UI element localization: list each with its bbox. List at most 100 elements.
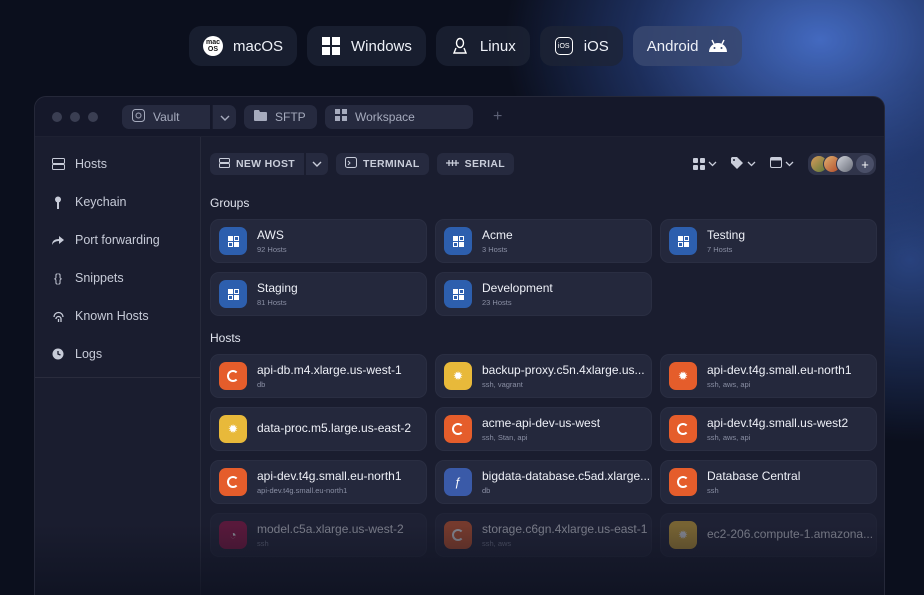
- new-host-dropdown-button[interactable]: [304, 153, 328, 175]
- server-icon: [219, 157, 230, 171]
- group-card[interactable]: Testing 7 Hosts: [660, 219, 877, 263]
- server-icon: [51, 157, 65, 171]
- host-card[interactable]: acme-api-dev-us-west ssh, Stan, api: [435, 407, 652, 451]
- tab-label: SFTP: [275, 109, 306, 124]
- host-name: ec2-206.compute-1.amazona...: [707, 526, 874, 541]
- group-name: Staging: [257, 281, 298, 295]
- minimize-window-button[interactable]: [70, 111, 80, 122]
- host-card[interactable]: ƒ bigdata-database.c5ad.xlarge... db: [435, 460, 652, 504]
- ubuntu-icon: [444, 415, 472, 443]
- ubuntu-icon: ✹: [669, 362, 697, 390]
- host-name: data-proc.m5.large.us-east-2: [257, 420, 412, 435]
- new-tab-button[interactable]: +: [493, 108, 502, 126]
- avatar: [836, 155, 854, 173]
- folder-icon: [254, 109, 267, 124]
- terminal-button[interactable]: TERMINAL: [335, 153, 429, 175]
- os-option-label: Android: [646, 37, 699, 55]
- os-option-android[interactable]: Android: [632, 26, 743, 66]
- host-tags: api-dev.t4g.small.eu-north1: [257, 486, 348, 495]
- host-card[interactable]: api-dev.t4g.small.us-west2 ssh, aws, api: [660, 407, 877, 451]
- key-icon: [51, 195, 65, 209]
- host-card[interactable]: ✹ backup-proxy.c5n.4xlarge.us... ssh, vag…: [435, 354, 652, 398]
- sidebar-item-known-hosts[interactable]: Known Hosts: [35, 297, 200, 335]
- sidebar-item-snippets[interactable]: {} Snippets: [35, 259, 200, 297]
- sort-control[interactable]: [770, 157, 794, 171]
- sidebar-item-label: Known Hosts: [75, 309, 149, 323]
- chevron-down-icon: [312, 158, 322, 170]
- host-tags: ssh, Stan, api: [482, 433, 528, 442]
- maximize-window-button[interactable]: [88, 111, 98, 122]
- host-name: api-dev.t4g.small.eu-north1: [707, 363, 852, 377]
- group-card[interactable]: AWS 92 Hosts: [210, 219, 427, 263]
- tab-workspace[interactable]: Workspace: [325, 104, 473, 129]
- host-name: bigdata-database.c5ad.xlarge...: [482, 469, 651, 483]
- sidebar-item-hosts[interactable]: Hosts: [35, 145, 200, 183]
- group-icon: [444, 227, 472, 255]
- ubuntu-icon: [219, 362, 247, 390]
- ubuntu-icon: [219, 468, 247, 496]
- clock-icon: [51, 347, 65, 361]
- host-card[interactable]: ✹ ec2-206.compute-1.amazona...: [660, 513, 877, 557]
- close-window-button[interactable]: [52, 111, 62, 122]
- fingerprint-icon: [51, 309, 65, 323]
- forward-icon: [51, 233, 65, 247]
- os-option-linux[interactable]: Linux: [435, 26, 530, 66]
- host-name: model.c5a.xlarge.us-west-2: [257, 522, 404, 536]
- host-card[interactable]: Database Central ssh: [660, 460, 877, 504]
- tag-filter[interactable]: [731, 156, 756, 172]
- host-card[interactable]: storage.c6gn.4xlarge.us-east-1 ssh, aws: [435, 513, 652, 557]
- host-card[interactable]: api-db.m4.xlarge.us-west-1 db: [210, 354, 427, 398]
- host-name: Database Central: [707, 469, 801, 483]
- vault-dropdown-button[interactable]: [212, 104, 236, 129]
- host-tags: ssh: [707, 486, 719, 495]
- layout-toggle[interactable]: [693, 158, 717, 170]
- ubuntu-icon: [444, 521, 472, 549]
- host-tags: ssh: [257, 539, 269, 548]
- sidebar-item-label: Snippets: [75, 271, 124, 285]
- new-host-label: NEW HOST: [236, 158, 295, 170]
- host-name: api-dev.t4g.small.eu-north1: [257, 469, 402, 483]
- group-icon: [444, 280, 472, 308]
- group-card[interactable]: Staging 81 Hosts: [210, 272, 427, 316]
- host-tags: ssh, aws, api: [707, 380, 751, 389]
- host-card[interactable]: ◔ model.c5a.xlarge.us-west-2 ssh: [210, 513, 427, 557]
- new-host-button[interactable]: NEW HOST: [210, 153, 304, 175]
- team-avatars[interactable]: +: [808, 153, 876, 175]
- os-option-windows[interactable]: Windows: [307, 26, 426, 66]
- calendar-icon: [770, 157, 782, 171]
- sidebar-item-logs[interactable]: Logs: [35, 335, 200, 373]
- sidebar-item-label: Keychain: [75, 195, 127, 209]
- group-card[interactable]: Acme 3 Hosts: [435, 219, 652, 263]
- group-count: 7 Hosts: [707, 245, 733, 254]
- group-count: 3 Hosts: [482, 245, 508, 254]
- host-tags: ssh, vagrant: [482, 380, 523, 389]
- serial-button[interactable]: SERIAL: [436, 153, 514, 175]
- os-option-ios[interactable]: iOS iOS: [539, 26, 623, 66]
- groups-title: Groups: [210, 196, 250, 210]
- tab-vault[interactable]: Vault: [122, 104, 210, 129]
- ubuntu-icon: [669, 468, 697, 496]
- add-member-button[interactable]: +: [856, 155, 874, 173]
- sidebar: Hosts Keychain Port forwarding {} Snippe…: [35, 137, 201, 595]
- tab-sftp[interactable]: SFTP: [244, 104, 317, 129]
- macos-icon: mac OS: [203, 36, 223, 56]
- host-card[interactable]: ✹ api-dev.t4g.small.eu-north1 ssh, aws, a…: [660, 354, 877, 398]
- yellow-os-icon: ✹: [669, 521, 697, 549]
- yellow-os-icon: ✹: [444, 362, 472, 390]
- host-name: storage.c6gn.4xlarge.us-east-1: [482, 522, 648, 536]
- group-name: Acme: [482, 228, 513, 242]
- fedora-icon: ƒ: [444, 468, 472, 496]
- sidebar-item-port-forwarding[interactable]: Port forwarding: [35, 221, 200, 259]
- group-icon: [219, 227, 247, 255]
- group-icon: [669, 227, 697, 255]
- toolbar: NEW HOST TERMINAL SERIAL +: [202, 137, 884, 191]
- host-card[interactable]: ✹ data-proc.m5.large.us-east-2: [210, 407, 427, 451]
- chevron-down-icon: [785, 158, 794, 170]
- group-count: 23 Hosts: [482, 298, 512, 307]
- sidebar-item-keychain[interactable]: Keychain: [35, 183, 200, 221]
- yellow-os-icon: ✹: [219, 415, 247, 443]
- group-card[interactable]: Development 23 Hosts: [435, 272, 652, 316]
- host-tags: ssh, aws: [482, 539, 512, 548]
- os-option-macos[interactable]: mac OS macOS: [189, 26, 298, 66]
- host-card[interactable]: api-dev.t4g.small.eu-north1 api-dev.t4g.s…: [210, 460, 427, 504]
